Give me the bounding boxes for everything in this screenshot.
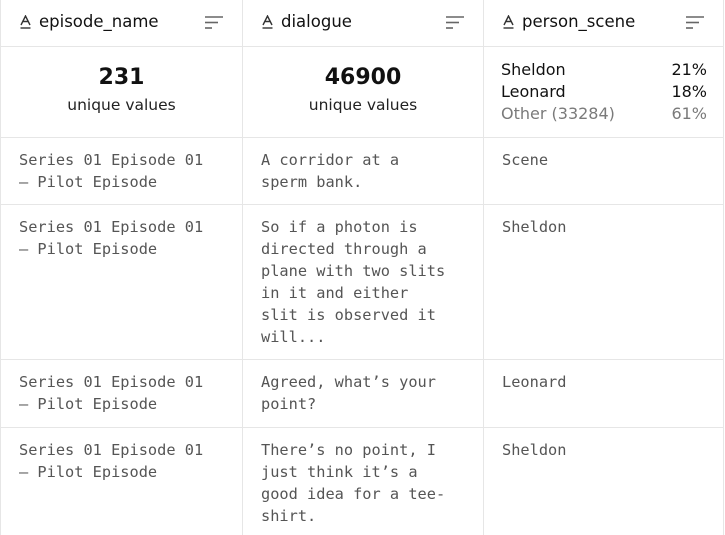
table-cell[interactable]: Sheldon <box>484 205 723 360</box>
column-name: episode_name <box>39 12 159 31</box>
sort-icon[interactable] <box>445 15 465 30</box>
table-cell[interactable]: Scene <box>484 138 723 205</box>
cell-text: Series 01 Episode 01 – Pilot Episode <box>19 441 204 481</box>
distribution-percent: 21% <box>671 60 707 79</box>
distribution-label: Sheldon <box>501 60 566 79</box>
distribution-label: Other (33284) <box>501 104 615 123</box>
table-cell[interactable]: Series 01 Episode 01 – Pilot Episode <box>1 428 242 535</box>
cell-text: So if a photon is directed through a pla… <box>261 218 446 346</box>
cell-text: A corridor at a sperm bank. <box>261 151 400 191</box>
column-episode-name: episode_name 231 unique values Series 01… <box>0 0 242 535</box>
sort-icon[interactable] <box>204 15 224 30</box>
column-header[interactable]: dialogue <box>243 0 483 47</box>
column-person-scene: person_scene Sheldon 21% Leonard 18% Oth… <box>483 0 724 535</box>
cell-text: There’s no point, I just think it’s a go… <box>261 441 446 525</box>
column-dialogue: dialogue 46900 unique values A corridor … <box>242 0 483 535</box>
column-name: dialogue <box>281 12 352 31</box>
table-cell[interactable]: Sheldon <box>484 428 723 535</box>
distribution-percent: 18% <box>671 82 707 101</box>
unique-count: 231 <box>98 65 145 90</box>
table-cell[interactable]: Agreed, what’s your point? <box>243 360 483 428</box>
table-cell[interactable]: There’s no point, I just think it’s a go… <box>243 428 483 535</box>
unique-label: unique values <box>308 96 418 114</box>
unique-label: unique values <box>67 96 176 114</box>
cell-text: Series 01 Episode 01 – Pilot Episode <box>19 373 204 413</box>
column-summary: 231 unique values <box>1 47 242 138</box>
column-summary: 46900 unique values <box>243 47 483 138</box>
unique-count: 46900 <box>324 65 402 90</box>
cell-text: Leonard <box>502 373 567 391</box>
column-header[interactable]: episode_name <box>1 0 242 47</box>
cell-text: Scene <box>502 151 549 169</box>
table-cell[interactable]: So if a photon is directed through a pla… <box>243 205 483 360</box>
distribution-label: Leonard <box>501 82 566 101</box>
text-type-icon <box>262 15 273 29</box>
column-summary: Sheldon 21% Leonard 18% Other (33284) 61… <box>484 47 723 138</box>
cell-text: Sheldon <box>502 441 567 459</box>
table-cell[interactable]: Series 01 Episode 01 – Pilot Episode <box>1 138 242 205</box>
table-cell[interactable]: Series 01 Episode 01 – Pilot Episode <box>1 360 242 428</box>
sort-icon[interactable] <box>685 15 705 30</box>
text-type-icon <box>503 15 514 29</box>
cell-text: Sheldon <box>502 218 567 236</box>
column-header[interactable]: person_scene <box>484 0 723 47</box>
column-name: person_scene <box>522 12 636 31</box>
cell-text: Series 01 Episode 01 – Pilot Episode <box>19 218 204 258</box>
data-table: episode_name 231 unique values Series 01… <box>0 0 725 535</box>
table-cell[interactable]: A corridor at a sperm bank. <box>243 138 483 205</box>
cell-text: Agreed, what’s your point? <box>261 373 436 413</box>
table-cell[interactable]: Leonard <box>484 360 723 428</box>
distribution-percent: 61% <box>671 104 707 123</box>
table-cell[interactable]: Series 01 Episode 01 – Pilot Episode <box>1 205 242 360</box>
text-type-icon <box>20 15 31 29</box>
cell-text: Series 01 Episode 01 – Pilot Episode <box>19 151 204 191</box>
